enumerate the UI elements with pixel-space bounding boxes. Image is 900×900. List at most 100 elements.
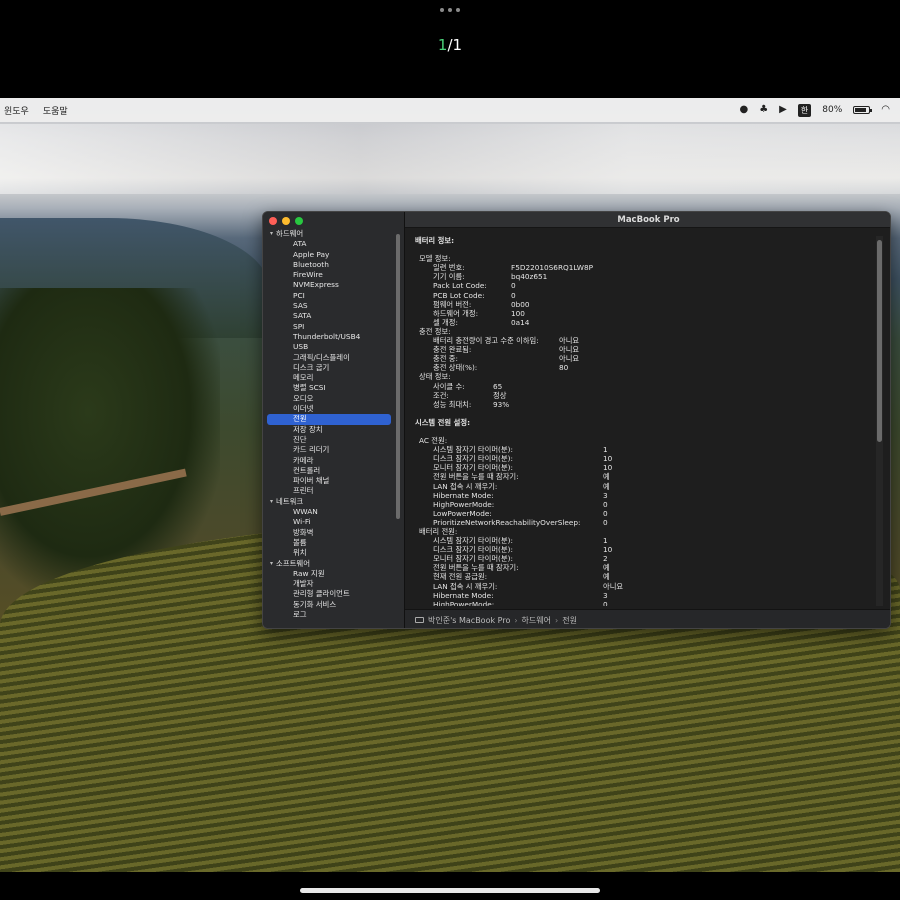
battery-fill <box>855 108 866 112</box>
menu-item[interactable]: 도움말 <box>43 104 68 117</box>
chevron-down-icon[interactable]: ▾ <box>270 497 273 507</box>
sidebar-item[interactable]: 개발자 <box>267 579 397 589</box>
property-row: 충전 중: 아니요 <box>415 354 875 363</box>
property-key: Hibernate Mode: <box>433 490 494 500</box>
battery-icon[interactable] <box>853 106 873 114</box>
sidebar-item[interactable]: 카드 리더기 <box>267 445 397 455</box>
sidebar-item[interactable]: SATA <box>267 311 397 321</box>
sidebar-item[interactable]: 파이버 채널 <box>267 476 397 486</box>
property-key: 조건: <box>433 390 449 400</box>
sidebar-item[interactable]: SAS <box>267 301 397 311</box>
sidebar-item[interactable]: 디스크 굽기 <box>267 363 397 373</box>
chevron-down-icon[interactable]: ▾ <box>270 229 273 239</box>
property-key: PCB Lot Code: <box>433 290 485 300</box>
app-status-icon[interactable]: ♣ <box>759 105 768 115</box>
chevron-down-icon[interactable]: ▾ <box>270 559 273 569</box>
sidebar-item[interactable]: NVMExpress <box>267 280 397 290</box>
laptop-icon <box>415 617 424 623</box>
property-key: 충전 완료됨: <box>433 345 472 355</box>
sidebar-item[interactable]: ATA <box>267 239 397 249</box>
sidebar-item[interactable]: 관리형 클라이언트 <box>267 589 397 599</box>
sidebar-section[interactable]: ▾ 하드웨어 <box>267 229 397 239</box>
property-key: 기기 이름: <box>433 272 465 282</box>
message-icon[interactable]: ● <box>739 105 748 115</box>
section-header: 시스템 전원 설정: <box>415 417 470 427</box>
sidebar-item[interactable]: 메모리 <box>267 373 397 383</box>
sidebar-item[interactable]: 컨트롤러 <box>267 466 397 476</box>
sidebar-item[interactable]: Wi-Fi <box>267 517 397 527</box>
sidebar-item[interactable]: FireWire <box>267 270 397 280</box>
sidebar-item[interactable]: 병렬 SCSI <box>267 383 397 393</box>
section-header: 모델 정보: <box>419 254 451 264</box>
close-button[interactable] <box>269 217 277 225</box>
property-row: LowPowerMode: 0 <box>415 509 875 518</box>
property-key: 충전 중: <box>433 354 458 364</box>
path-item[interactable]: 전원 <box>562 615 577 626</box>
sidebar-item[interactable]: Raw 지원 <box>267 569 397 579</box>
sidebar-item[interactable]: Bluetooth <box>267 260 397 270</box>
home-indicator[interactable] <box>300 888 600 893</box>
property-key: HighPowerMode: <box>433 599 495 606</box>
property-row: PrioritizeNetworkReachabilityOverSleep: 0 <box>415 518 875 527</box>
property-value: 아니요 <box>559 336 580 346</box>
property-value: 0 <box>511 290 516 300</box>
path-computer[interactable]: 박인준's MacBook Pro <box>428 615 510 626</box>
menu-item[interactable]: 윈도우 <box>4 104 29 117</box>
sidebar-item[interactable]: USB <box>267 342 397 352</box>
sidebar-item[interactable]: 방화벽 <box>267 528 397 538</box>
section-header: 상태 정보: <box>419 372 451 382</box>
property-value: 예 <box>603 481 610 491</box>
sidebar-item[interactable]: 로그 <box>267 610 397 620</box>
property-row: PCB Lot Code: 0 <box>415 291 875 300</box>
property-value: bq40z651 <box>511 272 548 282</box>
sidebar: ▾ 하드웨어 ATA Apple Pay Bluetooth FireWire NVMExp… <box>263 212 404 628</box>
battery-percent[interactable]: 80% <box>822 105 842 115</box>
sidebar-section[interactable]: ▾ 네트워크 <box>267 497 397 507</box>
property-key: 일련 번호: <box>433 263 465 273</box>
sidebar-item[interactable]: 저장 장치 <box>267 425 397 435</box>
property-key: 전원 버튼을 누를 때 잠자기: <box>433 472 519 482</box>
page-counter: 1/1 <box>0 36 900 54</box>
property-value: 10 <box>603 463 613 473</box>
sidebar-section[interactable]: ▾ 소프트웨어 <box>267 559 397 569</box>
sidebar-item[interactable]: 그래픽/디스플레이 <box>267 353 397 363</box>
viewer-bottom-bar <box>0 872 900 900</box>
minimize-button[interactable] <box>282 217 290 225</box>
sidebar-item[interactable]: 이더넷 <box>267 404 397 414</box>
sidebar-item[interactable]: 프린터 <box>267 486 397 496</box>
sidebar-item[interactable]: SPI <box>267 322 397 332</box>
input-source-indicator[interactable]: 한 <box>797 103 812 117</box>
more-options-icon[interactable] <box>440 8 460 14</box>
property-value: 0 <box>603 499 608 509</box>
property-row: 조건: 정상 <box>415 391 875 400</box>
wifi-icon[interactable]: ◠ <box>881 105 890 115</box>
property-value: 0 <box>603 599 608 606</box>
sidebar-item[interactable]: 카메라 <box>267 456 397 466</box>
property-key: 충전 상태(%): <box>433 363 478 373</box>
viewer-top-bar: 1/1 <box>0 0 900 98</box>
property-value: F5D22010S6RQ1LW8P <box>511 263 594 273</box>
property-key: PrioritizeNetworkReachabilityOverSleep: <box>433 517 581 527</box>
sidebar-item[interactable]: 동기화 서비스 <box>267 600 397 610</box>
sidebar-scrollbar[interactable] <box>396 234 400 519</box>
zoom-button[interactable] <box>295 217 303 225</box>
section-header: 배터리 정보: <box>415 236 455 245</box>
property-value: 0 <box>511 281 516 291</box>
screenshot-area: 윈도우 도움말 ● ♣ ▶ 한 80% ◠ ▾ 하드웨어 ATA Apple Pay Bl… <box>0 98 900 872</box>
sidebar-item[interactable]: Thunderbolt/USB4 <box>267 332 397 342</box>
sidebar-item[interactable]: WWAN <box>267 507 397 517</box>
sidebar-item-selected[interactable]: 전원 <box>267 414 391 425</box>
path-section[interactable]: 하드웨어 <box>522 615 551 626</box>
detail-scrollbar[interactable] <box>877 240 882 442</box>
property-value: 93% <box>493 399 510 409</box>
sidebar-item[interactable]: 오디오 <box>267 394 397 404</box>
property-value: 65 <box>493 381 503 391</box>
sidebar-item[interactable]: 진단 <box>267 435 397 445</box>
property-value: 정상 <box>493 390 507 400</box>
sidebar-item[interactable]: 볼륨 <box>267 538 397 548</box>
play-icon[interactable]: ▶ <box>779 105 787 115</box>
property-value: 예 <box>603 572 610 582</box>
sidebar-item[interactable]: Apple Pay <box>267 250 397 260</box>
sidebar-item[interactable]: 위치 <box>267 548 397 558</box>
sidebar-item[interactable]: PCI <box>267 291 397 301</box>
